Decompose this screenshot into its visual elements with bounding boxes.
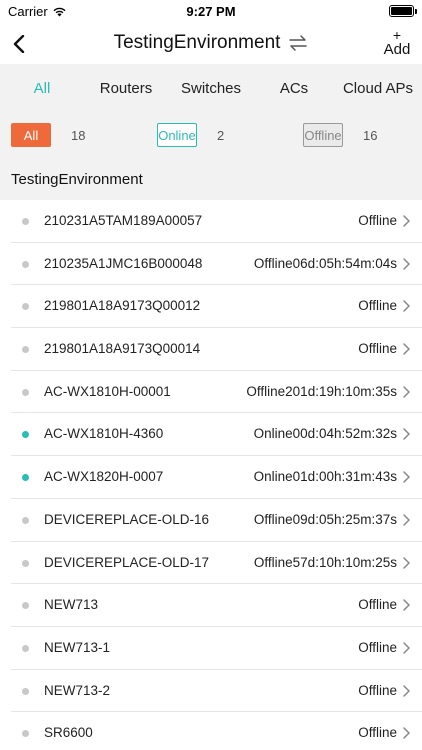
chevron-right-icon bbox=[403, 428, 410, 441]
device-name: 219801A18A9173Q00012 bbox=[44, 298, 201, 314]
chevron-right-icon bbox=[403, 599, 410, 611]
device-name: SR6600 bbox=[44, 725, 93, 741]
filter-online-count: 2 bbox=[217, 128, 225, 143]
device-name: NEW713 bbox=[44, 597, 99, 613]
chevron-right-icon bbox=[403, 257, 410, 270]
device-row[interactable]: 210235A1JMC16B000048 Offline06d:05h:54m:0… bbox=[0, 243, 422, 286]
device-row[interactable]: AC-WX1810H-00001 Offline201d:19h:10m:35s bbox=[0, 371, 422, 414]
device-status: Offline bbox=[358, 341, 397, 357]
status-dot-icon bbox=[22, 474, 29, 482]
status-filter-row: All 18 Online 2 Offline 16 bbox=[0, 112, 422, 158]
device-status: Offline06d:05h:54m:04s bbox=[253, 255, 397, 271]
device-name: DEVICEREPLACE-OLD-16 bbox=[44, 511, 210, 527]
tab-cloud-aps[interactable]: Cloud APs bbox=[334, 80, 422, 97]
tab-routers[interactable]: Routers bbox=[84, 80, 168, 97]
status-bar: Carrier 9:27 PM bbox=[0, 0, 422, 24]
add-button[interactable]: + Add bbox=[382, 28, 412, 57]
device-name: AC-WX1820H-0007 bbox=[44, 469, 164, 485]
tab-switches[interactable]: Switches bbox=[168, 80, 254, 97]
swap-arrows-icon[interactable] bbox=[288, 33, 308, 53]
chevron-right-icon bbox=[403, 343, 410, 355]
plus-icon: + bbox=[392, 27, 402, 43]
device-name: NEW713-1 bbox=[44, 639, 111, 655]
status-dot-icon bbox=[22, 559, 29, 567]
device-name: 210231A5TAM189A00057 bbox=[44, 213, 203, 228]
device-name: AC-WX1810H-00001 bbox=[44, 383, 171, 399]
device-name: 210235A1JMC16B000048 bbox=[44, 255, 203, 271]
device-list: 210231A5TAM189A00057 Offline 210235A1JMC16… bbox=[0, 200, 422, 750]
status-dot-icon bbox=[22, 303, 29, 311]
device-row[interactable]: NEW713-2 Offline bbox=[0, 670, 422, 713]
device-status: Online00d:04h:52m:32s bbox=[253, 426, 397, 442]
status-dot-icon bbox=[22, 218, 29, 225]
chevron-right-icon bbox=[403, 684, 410, 697]
status-dot-icon bbox=[22, 730, 29, 738]
filter-all-count: 18 bbox=[71, 128, 86, 143]
add-label: Add bbox=[383, 41, 411, 58]
status-dot-icon bbox=[22, 516, 29, 524]
device-row[interactable]: DEVICEREPLACE-OLD-16 Offline09d:05h:25m:3… bbox=[0, 499, 422, 542]
section-title: TestingEnvironment bbox=[11, 171, 143, 188]
device-row[interactable]: AC-WX1820H-0007 Online01d:00h:31m:43s bbox=[0, 456, 422, 499]
chevron-right-icon bbox=[403, 514, 410, 526]
device-status: Offline bbox=[358, 298, 397, 314]
page-title: TestingEnvironment bbox=[113, 32, 281, 53]
device-row[interactable]: AC-WX1810H-4360 Online00d:04h:52m:32s bbox=[0, 413, 422, 457]
chevron-right-icon bbox=[403, 727, 410, 739]
battery-icon bbox=[389, 5, 417, 17]
status-dot-icon bbox=[22, 431, 29, 439]
device-name: DEVICEREPLACE-OLD-17 bbox=[44, 554, 210, 570]
status-dot-icon bbox=[22, 644, 29, 652]
chevron-right-icon bbox=[403, 300, 410, 313]
status-dot-icon bbox=[22, 602, 29, 610]
device-type-tabs: All Routers Switches ACs Cloud APs bbox=[0, 64, 422, 112]
device-name: 219801A18A9173Q00014 bbox=[44, 341, 201, 357]
status-dot-icon bbox=[22, 260, 29, 268]
device-status: Offline bbox=[358, 597, 397, 613]
device-status: Offline57d:10h:10m:25s bbox=[253, 554, 397, 570]
device-status: Offline201d:19h:10m:35s bbox=[246, 383, 397, 399]
filter-offline-chip[interactable]: Offline bbox=[303, 123, 343, 147]
device-name: AC-WX1810H-4360 bbox=[44, 426, 164, 442]
device-status: Offline bbox=[358, 213, 397, 228]
status-dot-icon bbox=[22, 388, 29, 396]
device-status: Offline bbox=[358, 725, 397, 741]
device-row[interactable]: NEW713-1 Offline bbox=[0, 627, 422, 670]
filter-online-chip[interactable]: Online bbox=[157, 123, 197, 147]
section-header: TestingEnvironment bbox=[0, 158, 422, 200]
device-status: Offline bbox=[358, 639, 397, 655]
status-dot-icon bbox=[22, 346, 29, 354]
filter-all-chip[interactable]: All bbox=[11, 123, 51, 147]
chevron-right-icon bbox=[403, 471, 410, 483]
device-row[interactable]: 219801A18A9173Q00014 Offline bbox=[0, 328, 422, 371]
device-name: NEW713-2 bbox=[44, 682, 111, 698]
device-row[interactable]: 210231A5TAM189A00057 Offline bbox=[0, 200, 422, 243]
device-row[interactable]: NEW713 Offline bbox=[0, 584, 422, 627]
device-row[interactable]: 219801A18A9173Q00012 Offline bbox=[0, 285, 422, 329]
chevron-right-icon bbox=[403, 556, 410, 569]
chevron-right-icon bbox=[403, 642, 410, 654]
chevron-right-icon bbox=[403, 386, 410, 398]
device-row[interactable]: DEVICEREPLACE-OLD-17 Offline57d:10h:10m:2… bbox=[0, 542, 422, 585]
device-status: Offline bbox=[358, 682, 397, 698]
filter-offline-count: 16 bbox=[363, 128, 378, 143]
tab-all[interactable]: All bbox=[0, 80, 84, 97]
device-status: Offline09d:05h:25m:37s bbox=[253, 511, 397, 527]
chevron-right-icon bbox=[403, 215, 410, 227]
device-status: Online01d:00h:31m:43s bbox=[253, 469, 397, 485]
device-row[interactable]: SR6600 Offline bbox=[0, 712, 422, 750]
status-dot-icon bbox=[22, 687, 29, 695]
tab-acs[interactable]: ACs bbox=[254, 80, 334, 97]
status-time: 9:27 PM bbox=[186, 4, 236, 19]
navigation-bar: TestingEnvironment + Add bbox=[0, 24, 422, 64]
